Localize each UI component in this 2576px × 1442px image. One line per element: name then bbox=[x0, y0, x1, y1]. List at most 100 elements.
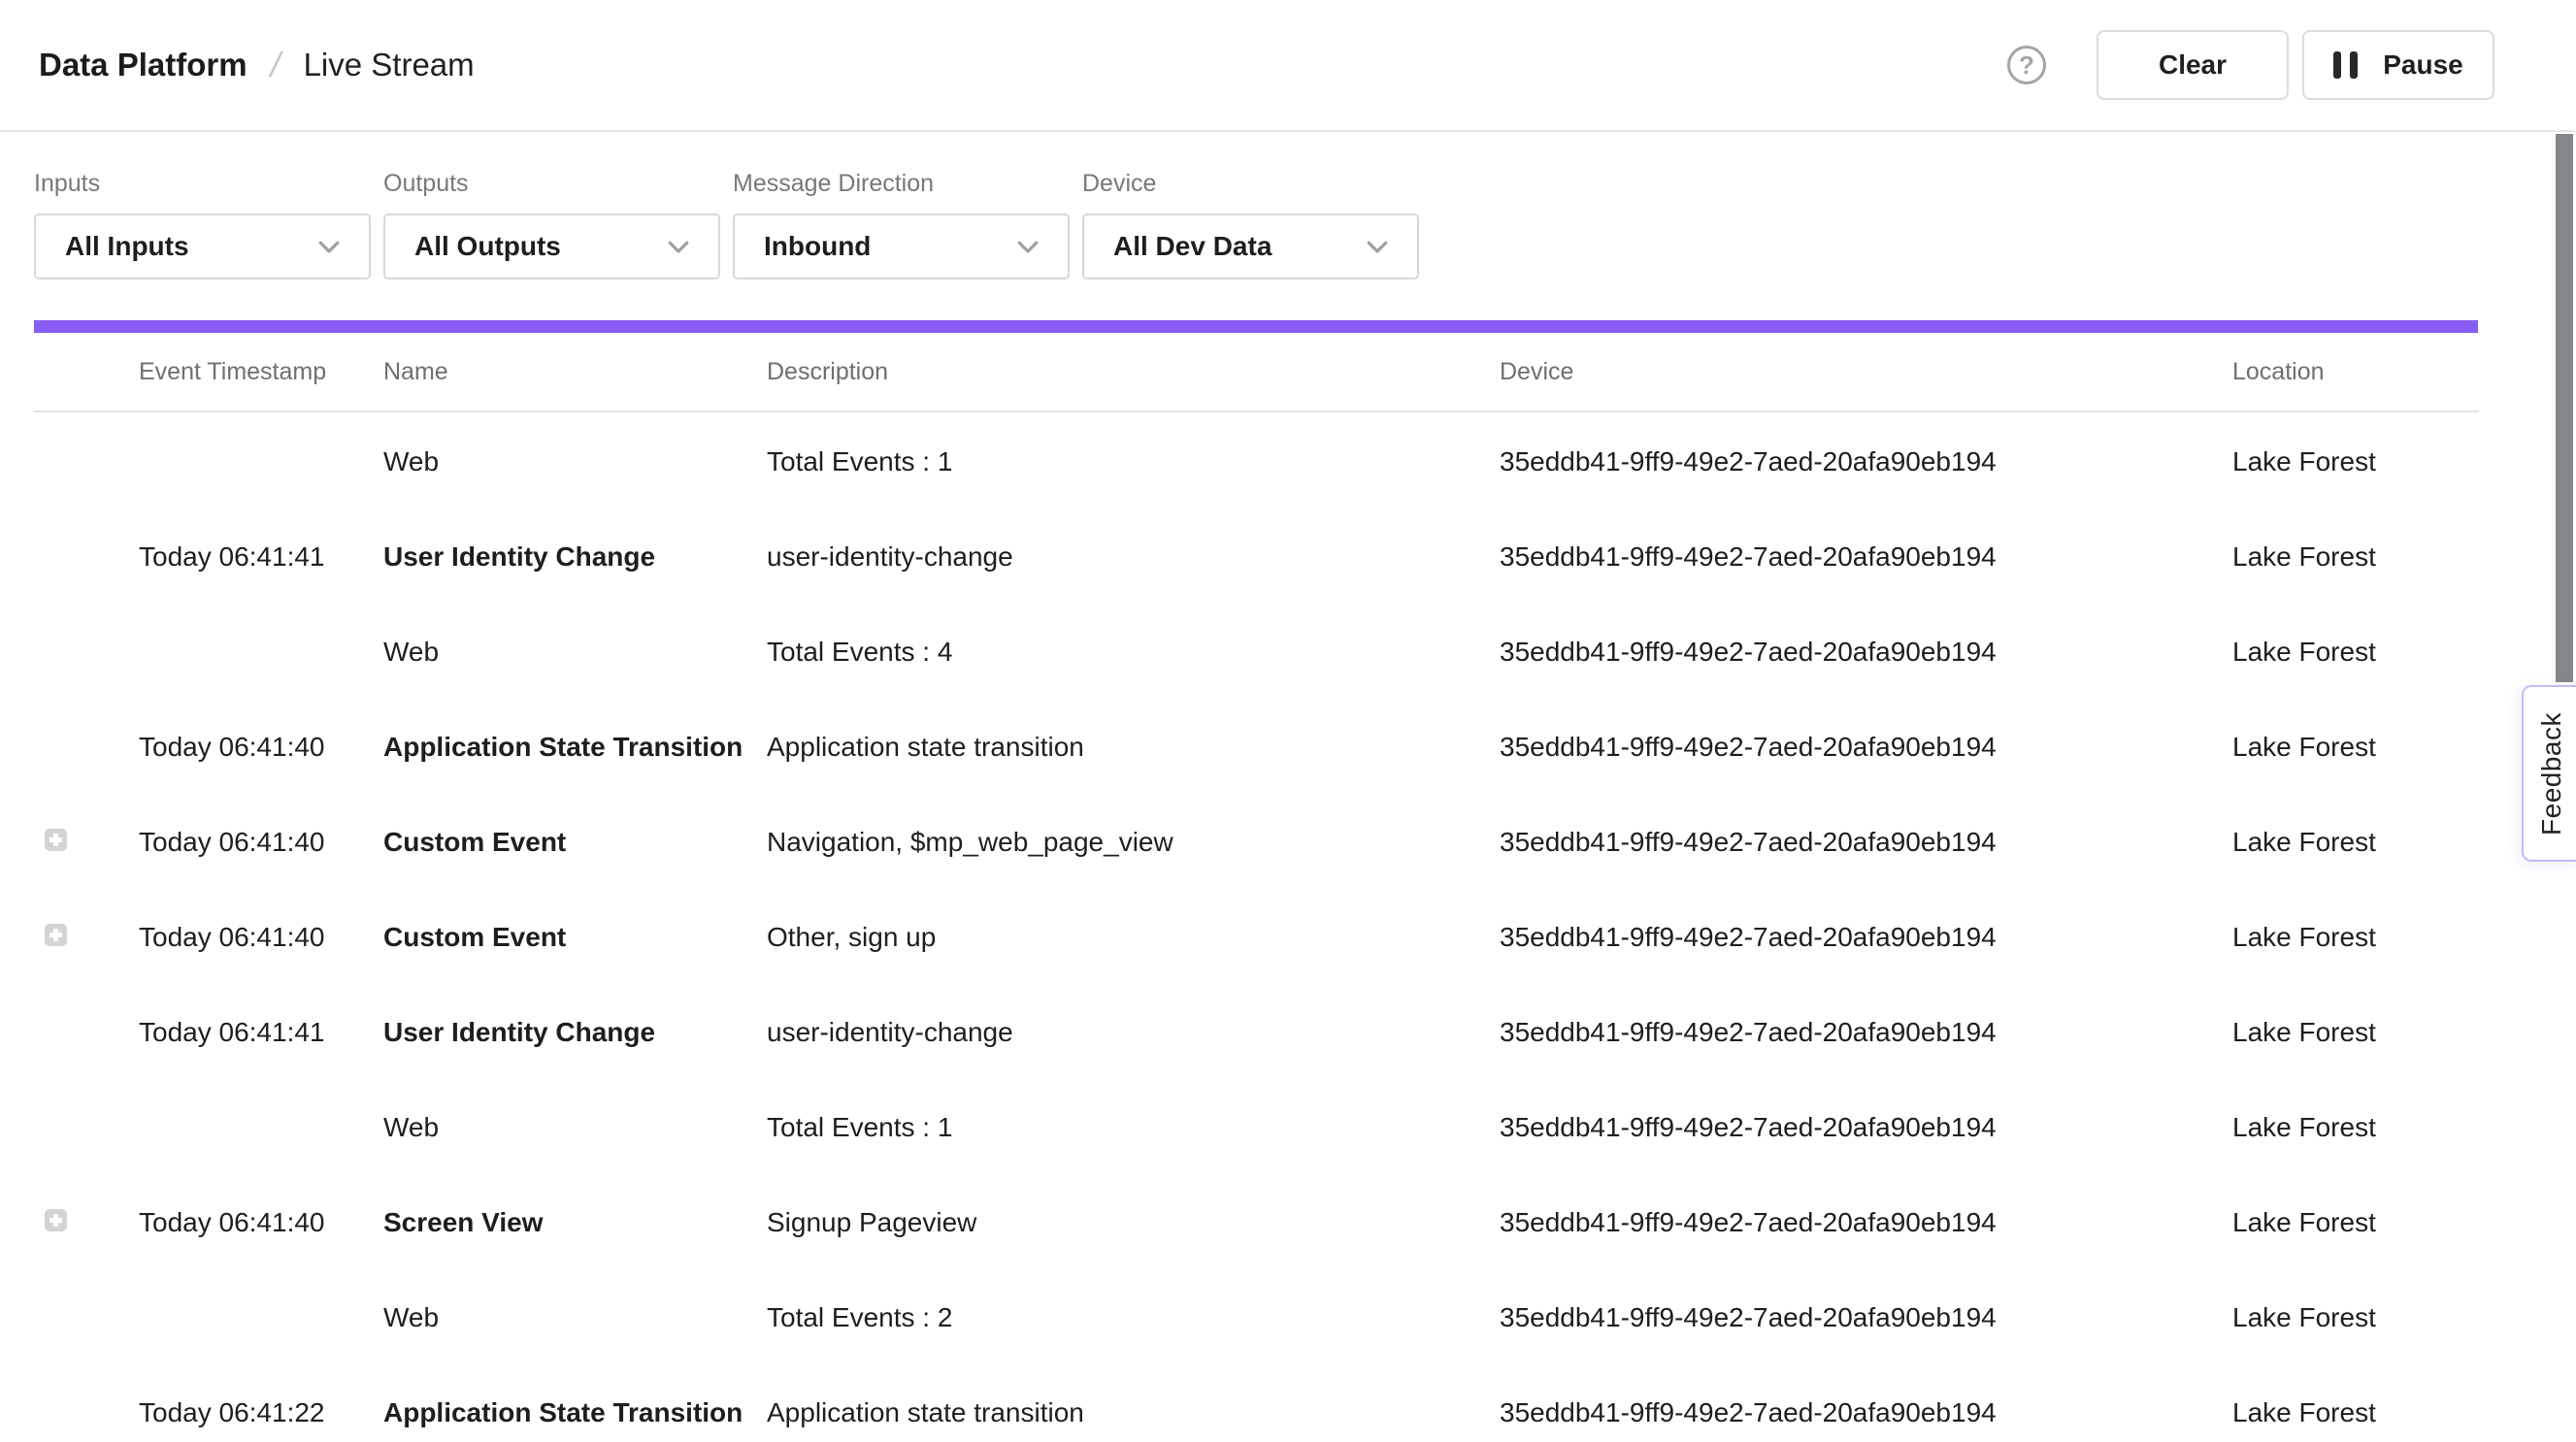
expand-plus-icon[interactable] bbox=[45, 1209, 67, 1231]
event-location: Lake Forest bbox=[2232, 446, 2479, 477]
expand-plus-icon[interactable] bbox=[45, 924, 67, 946]
event-timestamp: Today 06:41:41 bbox=[139, 541, 383, 573]
table-row[interactable]: Today 06:41:22 Application State Transit… bbox=[34, 1365, 2479, 1442]
breadcrumb-section[interactable]: Data Platform bbox=[39, 47, 248, 83]
breadcrumb-page-title: Live Stream bbox=[304, 47, 475, 83]
event-device: 35eddb41-9ff9-49e2-7aed-20afa90eb194 bbox=[1500, 541, 2232, 573]
table-row[interactable]: Today 06:41:40 Custom Event Other, sign … bbox=[34, 890, 2479, 985]
filter-device: Device All Dev Data bbox=[1082, 132, 1419, 279]
column-header-description: Description bbox=[767, 358, 1500, 386]
event-device: 35eddb41-9ff9-49e2-7aed-20afa90eb194 bbox=[1500, 1112, 2232, 1143]
event-location: Lake Forest bbox=[2232, 1397, 2479, 1428]
feedback-tab[interactable]: Feedback bbox=[2522, 685, 2576, 862]
event-timestamp: Today 06:41:41 bbox=[139, 1017, 383, 1048]
table-row[interactable]: Web Total Events : 1 35eddb41-9ff9-49e2-… bbox=[34, 414, 2479, 509]
filter-label-device: Device bbox=[1082, 169, 1419, 198]
event-name: Web bbox=[383, 1302, 767, 1333]
event-description: Navigation, $mp_web_page_view bbox=[767, 827, 1500, 858]
column-header-event-timestamp: Event Timestamp bbox=[139, 358, 383, 386]
expand-cell bbox=[34, 1207, 139, 1238]
event-device: 35eddb41-9ff9-49e2-7aed-20afa90eb194 bbox=[1500, 827, 2232, 858]
chevron-down-icon bbox=[1013, 232, 1042, 261]
event-description: Application state transition bbox=[767, 1397, 1500, 1428]
event-location: Lake Forest bbox=[2232, 541, 2479, 573]
event-location: Lake Forest bbox=[2232, 1017, 2479, 1048]
help-icon[interactable]: ? bbox=[2007, 46, 2046, 84]
event-name: Application State Transition bbox=[383, 1397, 767, 1428]
expand-cell bbox=[34, 922, 139, 953]
clear-button[interactable]: Clear bbox=[2097, 30, 2289, 100]
event-timestamp: Today 06:41:22 bbox=[139, 1397, 383, 1428]
event-device: 35eddb41-9ff9-49e2-7aed-20afa90eb194 bbox=[1500, 1017, 2232, 1048]
event-description: Total Events : 1 bbox=[767, 446, 1500, 477]
event-name: Application State Transition bbox=[383, 732, 767, 763]
event-timestamp: Today 06:41:40 bbox=[139, 922, 383, 953]
event-name: User Identity Change bbox=[383, 541, 767, 573]
event-name: Custom Event bbox=[383, 827, 767, 858]
event-description: user-identity-change bbox=[767, 541, 1500, 573]
event-description: Other, sign up bbox=[767, 922, 1500, 953]
event-device: 35eddb41-9ff9-49e2-7aed-20afa90eb194 bbox=[1500, 637, 2232, 668]
table-row[interactable]: Today 06:41:40 Application State Transit… bbox=[34, 700, 2479, 795]
event-name: Screen View bbox=[383, 1207, 767, 1238]
table-row[interactable]: Today 06:41:41 User Identity Change user… bbox=[34, 985, 2479, 1080]
event-location: Lake Forest bbox=[2232, 1207, 2479, 1238]
event-description: user-identity-change bbox=[767, 1017, 1500, 1048]
clear-button-label: Clear bbox=[2159, 49, 2227, 81]
stream-progress-bar bbox=[34, 320, 2478, 333]
event-description: Total Events : 4 bbox=[767, 637, 1500, 668]
inputs-select[interactable]: All Inputs bbox=[34, 213, 371, 279]
live-stream-page: Data Platform / Live Stream ? Clear Paus… bbox=[0, 0, 2576, 1442]
outputs-select[interactable]: All Outputs bbox=[383, 213, 720, 279]
event-description: Signup Pageview bbox=[767, 1207, 1500, 1238]
device-select[interactable]: All Dev Data bbox=[1082, 213, 1419, 279]
table-body: Web Total Events : 1 35eddb41-9ff9-49e2-… bbox=[34, 414, 2479, 1442]
table-header: Event Timestamp Name Description Device … bbox=[34, 333, 2479, 412]
toolbar: ? Clear Pause bbox=[2007, 30, 2494, 100]
event-timestamp: Today 06:41:40 bbox=[139, 827, 383, 858]
message-direction-select[interactable]: Inbound bbox=[733, 213, 1070, 279]
event-location: Lake Forest bbox=[2232, 1112, 2479, 1143]
event-device: 35eddb41-9ff9-49e2-7aed-20afa90eb194 bbox=[1500, 1302, 2232, 1333]
table-row[interactable]: Today 06:41:41 User Identity Change user… bbox=[34, 509, 2479, 605]
device-select-value: All Dev Data bbox=[1113, 231, 1271, 262]
inputs-select-value: All Inputs bbox=[65, 231, 189, 262]
pause-button-label: Pause bbox=[2383, 49, 2463, 81]
pause-icon bbox=[2333, 51, 2358, 79]
event-location: Lake Forest bbox=[2232, 827, 2479, 858]
event-name: Web bbox=[383, 1112, 767, 1143]
table-row[interactable]: Today 06:41:40 Custom Event Navigation, … bbox=[34, 795, 2479, 890]
event-device: 35eddb41-9ff9-49e2-7aed-20afa90eb194 bbox=[1500, 446, 2232, 477]
table-row[interactable]: Today 06:41:40 Screen View Signup Pagevi… bbox=[34, 1175, 2479, 1270]
filter-message-direction: Message Direction Inbound bbox=[733, 132, 1070, 279]
scrollbar-thumb[interactable] bbox=[2556, 134, 2573, 682]
event-timestamp: Today 06:41:40 bbox=[139, 1207, 383, 1238]
top-bar: Data Platform / Live Stream ? Clear Paus… bbox=[0, 0, 2576, 132]
breadcrumb-separator-icon: / bbox=[266, 45, 284, 85]
table-row[interactable]: Web Total Events : 1 35eddb41-9ff9-49e2-… bbox=[34, 1080, 2479, 1175]
table-row[interactable]: Web Total Events : 4 35eddb41-9ff9-49e2-… bbox=[34, 605, 2479, 700]
chevron-down-icon bbox=[1363, 232, 1392, 261]
event-location: Lake Forest bbox=[2232, 1302, 2479, 1333]
event-description: Application state transition bbox=[767, 732, 1500, 763]
filter-label-inputs: Inputs bbox=[34, 169, 371, 198]
table-row[interactable]: Web Total Events : 2 35eddb41-9ff9-49e2-… bbox=[34, 1270, 2479, 1365]
event-timestamp: Today 06:41:40 bbox=[139, 732, 383, 763]
chevron-down-icon bbox=[664, 232, 693, 261]
breadcrumb: Data Platform / Live Stream bbox=[39, 45, 475, 85]
column-header-location: Location bbox=[2232, 358, 2479, 386]
expand-plus-icon[interactable] bbox=[45, 829, 67, 851]
chevron-down-icon bbox=[314, 232, 344, 261]
event-device: 35eddb41-9ff9-49e2-7aed-20afa90eb194 bbox=[1500, 1207, 2232, 1238]
event-location: Lake Forest bbox=[2232, 922, 2479, 953]
expand-cell bbox=[34, 827, 139, 858]
event-device: 35eddb41-9ff9-49e2-7aed-20afa90eb194 bbox=[1500, 732, 2232, 763]
event-description: Total Events : 2 bbox=[767, 1302, 1500, 1333]
filter-inputs: Inputs All Inputs bbox=[34, 132, 371, 279]
message-direction-select-value: Inbound bbox=[764, 231, 871, 262]
event-name: User Identity Change bbox=[383, 1017, 767, 1048]
filter-outputs: Outputs All Outputs bbox=[383, 132, 720, 279]
pause-button[interactable]: Pause bbox=[2302, 30, 2494, 100]
event-name: Web bbox=[383, 446, 767, 477]
column-header-name: Name bbox=[383, 358, 767, 386]
